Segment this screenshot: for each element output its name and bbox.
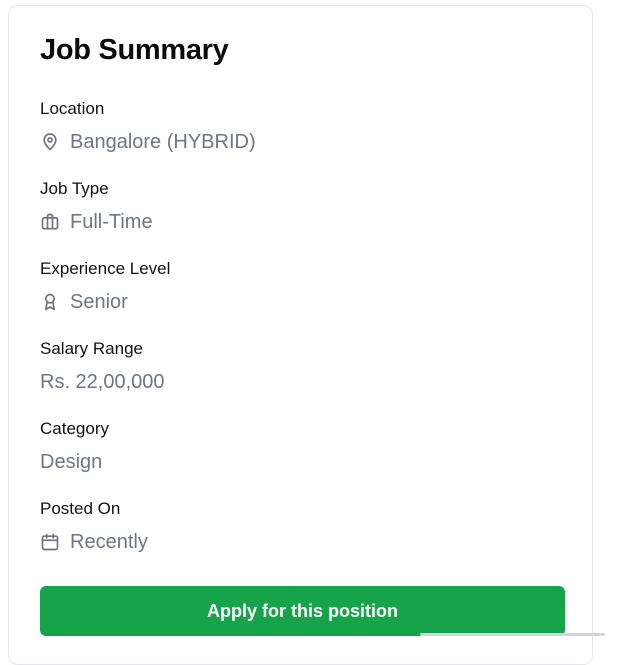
field-value-row: Rs. 22,00,000 xyxy=(40,369,560,395)
field-value: Senior xyxy=(70,291,128,313)
field-label: Experience Level xyxy=(40,259,171,278)
field-location: Location Bangalore (HYBRID) xyxy=(40,98,560,155)
job-summary-card: Job Summary Location Bangalore (HYBRID) … xyxy=(8,5,593,665)
field-label: Location xyxy=(40,99,105,118)
field-posted-on: Posted On Recently xyxy=(40,498,560,555)
apply-button[interactable]: Apply for this position xyxy=(40,586,565,636)
field-value: Recently xyxy=(70,531,148,553)
field-label: Category xyxy=(40,419,109,438)
field-label: Posted On xyxy=(40,499,121,518)
field-value: Design xyxy=(40,451,103,473)
calendar-icon xyxy=(40,532,60,552)
card-title: Job Summary xyxy=(40,34,229,66)
field-value-row: Design xyxy=(40,449,560,475)
award-icon xyxy=(40,292,60,312)
field-value-row: Recently xyxy=(40,529,560,555)
field-value: Rs. 22,00,000 xyxy=(40,371,165,393)
field-value-row: Bangalore (HYBRID) xyxy=(40,129,560,155)
field-category: Category Design xyxy=(40,418,560,475)
field-value: Bangalore (HYBRID) xyxy=(70,131,256,153)
field-value-row: Senior xyxy=(40,289,560,315)
field-experience-level: Experience Level Senior xyxy=(40,258,560,315)
field-value: Full-Time xyxy=(70,211,153,233)
field-job-type: Job Type Full-Time xyxy=(40,178,560,235)
map-pin-icon xyxy=(40,132,60,152)
field-value-row: Full-Time xyxy=(40,209,560,235)
briefcase-icon xyxy=(40,212,60,232)
field-label: Salary Range xyxy=(40,339,144,358)
field-label: Job Type xyxy=(40,179,109,198)
field-salary-range: Salary Range Rs. 22,00,000 xyxy=(40,338,560,395)
